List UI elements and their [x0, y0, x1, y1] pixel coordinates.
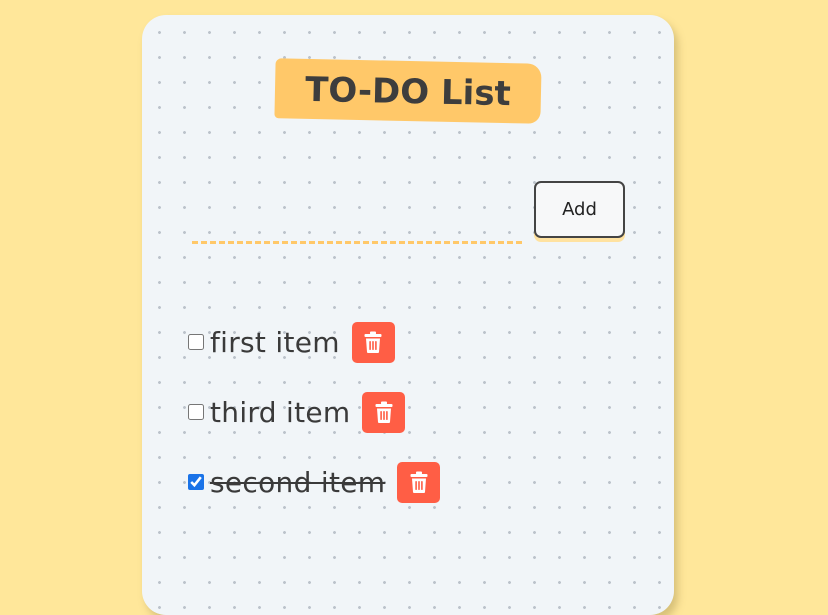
add-button[interactable]: Add	[534, 181, 625, 238]
todo-item: third item	[188, 391, 440, 433]
todo-checkbox[interactable]	[188, 334, 204, 350]
page-title: TO-DO List	[304, 69, 512, 115]
todo-checkbox[interactable]	[188, 404, 204, 420]
todo-text: second item	[210, 465, 386, 499]
todo-checkbox[interactable]	[188, 474, 204, 490]
delete-button[interactable]	[351, 321, 395, 363]
todo-text: third item	[210, 395, 351, 429]
delete-button[interactable]	[362, 391, 406, 433]
delete-button[interactable]	[397, 461, 441, 503]
trash-icon	[375, 401, 393, 423]
trash-icon	[410, 471, 428, 493]
trash-icon	[364, 331, 382, 353]
todo-item: first item	[188, 321, 440, 363]
todo-text: first item	[210, 325, 340, 359]
todo-card: TO-DO List Add first item third item sec…	[142, 15, 674, 615]
todo-item: second item	[188, 461, 441, 503]
todo-list: first item third item second item	[188, 321, 441, 531]
new-task-input[interactable]	[192, 211, 522, 244]
